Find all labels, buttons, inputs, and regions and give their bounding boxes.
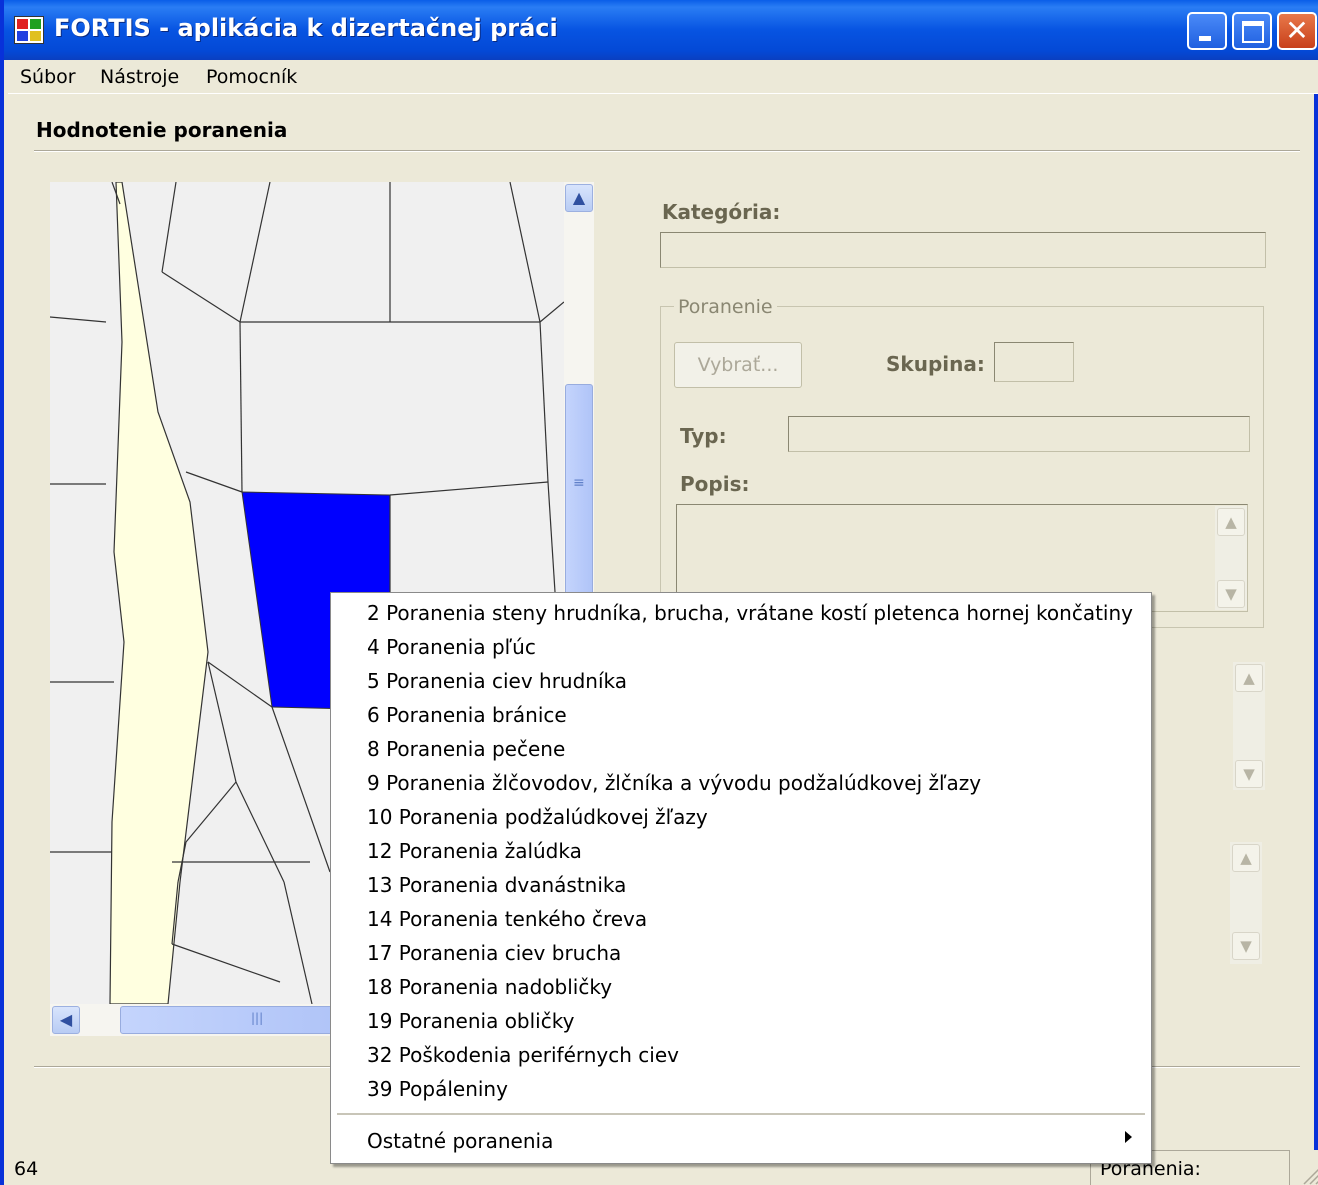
menu-bar: Súbor Nástroje Pomocník xyxy=(8,60,1318,94)
horizontal-scroll-thumb[interactable]: ||| xyxy=(120,1006,340,1034)
close-icon: ✕ xyxy=(1285,14,1309,47)
scroll-down-button[interactable]: ▼ xyxy=(1235,760,1263,788)
menu-item-injury[interactable]: 12 Poranenia žalúdka xyxy=(367,839,582,863)
description-scrollbar[interactable]: ▲ ▼ xyxy=(1215,506,1247,610)
chevron-left-icon: ◀ xyxy=(59,1010,73,1029)
grip-icon: ≡ xyxy=(573,475,585,491)
chevron-down-icon: ▼ xyxy=(1240,937,1252,955)
menu-item-injury[interactable]: 8 Poranenia pečene xyxy=(367,737,565,761)
menu-item-injury[interactable]: 2 Poranenia steny hrudníka, brucha, vrát… xyxy=(367,601,1133,625)
limb-region[interactable] xyxy=(109,182,209,1004)
notes-scrollbar[interactable]: ▲ ▼ xyxy=(1230,842,1262,964)
title-bar[interactable]: FORTIS - aplikácia k dizertačnej práci ✕ xyxy=(4,0,1318,60)
status-count: 64 xyxy=(14,1158,39,1180)
menu-item-injury[interactable]: 14 Poranenia tenkého čreva xyxy=(367,907,647,931)
category-field[interactable] xyxy=(660,232,1266,268)
grip-icon: ||| xyxy=(251,1011,264,1025)
menu-item-injury[interactable]: 19 Poranenia obličky xyxy=(367,1009,574,1033)
minimize-button[interactable] xyxy=(1187,12,1227,50)
menu-item-injury[interactable]: 5 Poranenia ciev hrudníka xyxy=(367,669,627,693)
scroll-left-button[interactable]: ◀ xyxy=(52,1006,80,1034)
group-field[interactable] xyxy=(994,342,1074,382)
menu-item-injury[interactable]: 10 Poranenia podžalúdkovej žľazy xyxy=(367,805,708,829)
chevron-up-icon: ▲ xyxy=(572,188,586,207)
menu-item-injury[interactable]: 17 Poranenia ciev brucha xyxy=(367,941,621,965)
scroll-up-button[interactable]: ▲ xyxy=(1232,844,1260,872)
scroll-down-button[interactable]: ▼ xyxy=(1232,932,1260,960)
menu-item-injury[interactable]: 4 Poranenia pľúc xyxy=(367,635,536,659)
menu-file[interactable]: Súbor xyxy=(20,66,76,88)
chevron-down-icon: ▼ xyxy=(1243,765,1255,783)
menu-tools[interactable]: Nástroje xyxy=(100,66,179,88)
menu-help[interactable]: Pomocník xyxy=(206,66,297,88)
chevron-up-icon: ▲ xyxy=(1240,849,1252,867)
menu-item-injury[interactable]: 13 Poranenia dvanástnika xyxy=(367,873,626,897)
scroll-up-button[interactable]: ▲ xyxy=(1217,508,1245,536)
maximize-button[interactable] xyxy=(1232,12,1272,50)
description-label: Popis: xyxy=(680,472,750,496)
menu-item-injury[interactable]: 18 Poranenia nadobličky xyxy=(367,975,612,999)
scroll-down-button[interactable]: ▼ xyxy=(1217,580,1245,608)
list-scrollbar[interactable]: ▲ ▼ xyxy=(1233,662,1265,790)
close-button[interactable]: ✕ xyxy=(1277,12,1317,50)
resize-grip-icon[interactable] xyxy=(1300,1165,1318,1185)
chevron-up-icon: ▲ xyxy=(1225,513,1237,531)
menu-item-other-injuries[interactable]: Ostatné poranenia xyxy=(367,1129,553,1153)
group-label: Skupina: xyxy=(886,352,985,376)
select-injury-button[interactable]: Vybrať... xyxy=(674,342,802,388)
chevron-up-icon: ▲ xyxy=(1243,669,1255,687)
app-icon[interactable] xyxy=(14,16,44,44)
type-label: Typ: xyxy=(680,424,727,448)
chevron-down-icon: ▼ xyxy=(1225,585,1237,603)
menu-item-injury[interactable]: 39 Popáleniny xyxy=(367,1077,508,1101)
menu-separator xyxy=(337,1113,1145,1115)
menu-item-injury[interactable]: 6 Poranenia bránice xyxy=(367,703,567,727)
app-window: FORTIS - aplikácia k dizertačnej práci ✕… xyxy=(0,0,1318,1185)
divider xyxy=(34,150,1300,152)
menu-item-injury[interactable]: 32 Poškodenia periférnych ciev xyxy=(367,1043,679,1067)
scroll-up-button[interactable]: ▲ xyxy=(565,184,593,212)
menu-item-injury[interactable]: 9 Poranenia žlčovodov, žlčníka a vývodu … xyxy=(367,771,981,795)
minimize-icon xyxy=(1199,36,1211,41)
section-title: Hodnotenie poranenia xyxy=(36,118,288,142)
maximize-icon xyxy=(1242,21,1264,43)
scroll-up-button[interactable]: ▲ xyxy=(1235,664,1263,692)
injury-group-legend: Poranenie xyxy=(674,296,777,318)
submenu-arrow-icon xyxy=(1125,1131,1132,1143)
injury-context-menu: 2 Poranenia steny hrudníka, brucha, vrát… xyxy=(330,592,1152,1164)
window-title: FORTIS - aplikácia k dizertačnej práci xyxy=(54,14,558,42)
type-field[interactable] xyxy=(788,416,1250,452)
category-label: Kategória: xyxy=(662,200,781,224)
